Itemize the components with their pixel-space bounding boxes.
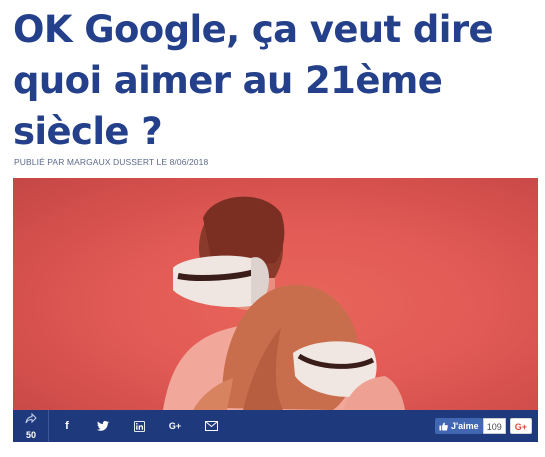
article-byline: PUBLIÉ PAR MARGAUX DUSSERT LE 8/06/2018 (14, 157, 209, 167)
email-icon (204, 421, 218, 431)
vr-couple-illustration (163, 196, 405, 410)
share-count: 50 (25, 430, 36, 440)
facebook-like-count: 109 (482, 418, 506, 434)
google-plus-button[interactable]: G+ (509, 418, 532, 434)
like-widgets: J'aime 109 G+ (435, 418, 532, 434)
twitter-icon (97, 421, 109, 431)
google-plus-icon: G+ (168, 421, 182, 431)
facebook-like-button[interactable]: J'aime (435, 418, 483, 434)
title-line-1: OK Google, ça veut dire (13, 8, 494, 51)
facebook-icon: f (65, 420, 69, 432)
linkedin-icon (133, 420, 145, 432)
linkedin-share-button[interactable] (121, 410, 157, 442)
article: OK Google, ça veut dire quoi aimer au 21… (0, 0, 545, 457)
title-line-2: quoi aimer au 21ème (13, 59, 443, 102)
article-title: OK Google, ça veut dire quoi aimer au 21… (13, 4, 538, 157)
share-arrow-icon (25, 413, 37, 424)
hero-image (13, 178, 538, 410)
share-counter: 50 (13, 410, 49, 442)
social-buttons: f G+ (49, 410, 229, 442)
twitter-share-button[interactable] (85, 410, 121, 442)
email-share-button[interactable] (193, 410, 229, 442)
share-bar: 50 f G+ J'aime 109 G+ (13, 410, 538, 442)
thumbs-up-icon (439, 421, 448, 431)
google-plus-share-button[interactable]: G+ (157, 410, 193, 442)
title-line-3: siècle ? (13, 110, 163, 153)
facebook-like-label: J'aime (451, 421, 479, 431)
facebook-share-button[interactable]: f (49, 410, 85, 442)
